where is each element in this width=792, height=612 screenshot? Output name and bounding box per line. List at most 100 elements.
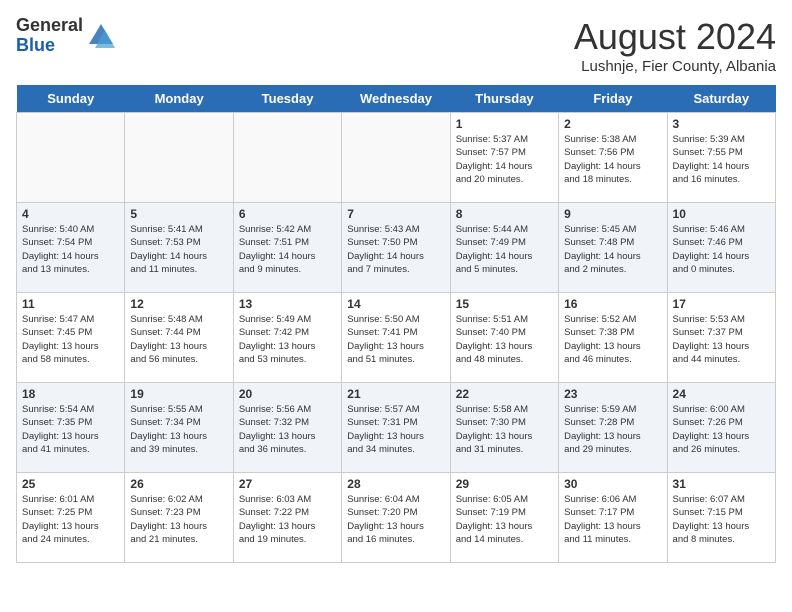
calendar-cell: 27 Sunrise: 6:03 AM Sunset: 7:22 PM Dayli… bbox=[233, 473, 341, 563]
day-info: Sunrise: 6:00 AM Sunset: 7:26 PM Dayligh… bbox=[673, 403, 770, 456]
day-info: Sunrise: 6:03 AM Sunset: 7:22 PM Dayligh… bbox=[239, 493, 336, 546]
calendar-cell: 29 Sunrise: 6:05 AM Sunset: 7:19 PM Dayli… bbox=[450, 473, 558, 563]
month-title: August 2024 bbox=[574, 16, 776, 58]
calendar-cell: 28 Sunrise: 6:04 AM Sunset: 7:20 PM Dayli… bbox=[342, 473, 450, 563]
day-number: 2 bbox=[564, 117, 661, 131]
day-number: 16 bbox=[564, 297, 661, 311]
calendar-cell: 15 Sunrise: 5:51 AM Sunset: 7:40 PM Dayli… bbox=[450, 293, 558, 383]
calendar-cell: 30Sunrise: 6:06 AM Sunset: 7:17 PM Dayli… bbox=[559, 473, 667, 563]
day-info: Sunrise: 5:47 AM Sunset: 7:45 PM Dayligh… bbox=[22, 313, 119, 366]
header: General Blue August 2024 Lushnje, Fier C… bbox=[16, 16, 776, 75]
day-info: Sunrise: 5:43 AM Sunset: 7:50 PM Dayligh… bbox=[347, 223, 444, 276]
calendar-cell: 7 Sunrise: 5:43 AM Sunset: 7:50 PM Daylig… bbox=[342, 203, 450, 293]
day-info: Sunrise: 5:38 AM Sunset: 7:56 PM Dayligh… bbox=[564, 133, 661, 186]
day-info: Sunrise: 5:56 AM Sunset: 7:32 PM Dayligh… bbox=[239, 403, 336, 456]
calendar-cell bbox=[125, 113, 233, 203]
day-info: Sunrise: 5:46 AM Sunset: 7:46 PM Dayligh… bbox=[673, 223, 770, 276]
day-number: 25 bbox=[22, 477, 119, 491]
day-info: Sunrise: 5:45 AM Sunset: 7:48 PM Dayligh… bbox=[564, 223, 661, 276]
day-info: Sunrise: 6:01 AM Sunset: 7:25 PM Dayligh… bbox=[22, 493, 119, 546]
day-number: 15 bbox=[456, 297, 553, 311]
calendar-cell: 12 Sunrise: 5:48 AM Sunset: 7:44 PM Dayli… bbox=[125, 293, 233, 383]
day-info: Sunrise: 5:49 AM Sunset: 7:42 PM Dayligh… bbox=[239, 313, 336, 366]
calendar-cell: 25 Sunrise: 6:01 AM Sunset: 7:25 PM Dayli… bbox=[17, 473, 125, 563]
calendar-week-4: 18Sunrise: 5:54 AM Sunset: 7:35 PM Dayli… bbox=[17, 383, 776, 473]
day-number: 18 bbox=[22, 387, 119, 401]
day-info: Sunrise: 5:52 AM Sunset: 7:38 PM Dayligh… bbox=[564, 313, 661, 366]
calendar-cell bbox=[17, 113, 125, 203]
day-number: 30 bbox=[564, 477, 661, 491]
calendar-cell: 5 Sunrise: 5:41 AM Sunset: 7:53 PM Daylig… bbox=[125, 203, 233, 293]
day-number: 8 bbox=[456, 207, 553, 221]
day-info: Sunrise: 5:58 AM Sunset: 7:30 PM Dayligh… bbox=[456, 403, 553, 456]
calendar-cell bbox=[233, 113, 341, 203]
day-number: 3 bbox=[673, 117, 770, 131]
calendar-week-2: 4Sunrise: 5:40 AM Sunset: 7:54 PM Daylig… bbox=[17, 203, 776, 293]
weekday-header-wednesday: Wednesday bbox=[342, 85, 450, 113]
day-number: 29 bbox=[456, 477, 553, 491]
day-number: 31 bbox=[673, 477, 770, 491]
calendar-cell bbox=[342, 113, 450, 203]
calendar-cell: 2 Sunrise: 5:38 AM Sunset: 7:56 PM Daylig… bbox=[559, 113, 667, 203]
day-number: 6 bbox=[239, 207, 336, 221]
logo: General Blue bbox=[16, 16, 115, 56]
day-number: 9 bbox=[564, 207, 661, 221]
calendar-cell: 1Sunrise: 5:37 AM Sunset: 7:57 PM Daylig… bbox=[450, 113, 558, 203]
day-info: Sunrise: 5:59 AM Sunset: 7:28 PM Dayligh… bbox=[564, 403, 661, 456]
weekday-header-sunday: Sunday bbox=[17, 85, 125, 113]
day-info: Sunrise: 5:57 AM Sunset: 7:31 PM Dayligh… bbox=[347, 403, 444, 456]
day-info: Sunrise: 6:04 AM Sunset: 7:20 PM Dayligh… bbox=[347, 493, 444, 546]
calendar-cell: 26 Sunrise: 6:02 AM Sunset: 7:23 PM Dayli… bbox=[125, 473, 233, 563]
day-number: 19 bbox=[130, 387, 227, 401]
day-info: Sunrise: 5:51 AM Sunset: 7:40 PM Dayligh… bbox=[456, 313, 553, 366]
location-title: Lushnje, Fier County, Albania bbox=[574, 58, 776, 75]
day-info: Sunrise: 5:53 AM Sunset: 7:37 PM Dayligh… bbox=[673, 313, 770, 366]
calendar-cell: 18Sunrise: 5:54 AM Sunset: 7:35 PM Dayli… bbox=[17, 383, 125, 473]
weekday-header-saturday: Saturday bbox=[667, 85, 775, 113]
day-info: Sunrise: 5:41 AM Sunset: 7:53 PM Dayligh… bbox=[130, 223, 227, 276]
calendar-week-1: 1Sunrise: 5:37 AM Sunset: 7:57 PM Daylig… bbox=[17, 113, 776, 203]
calendar-cell: 16 Sunrise: 5:52 AM Sunset: 7:38 PM Dayli… bbox=[559, 293, 667, 383]
day-info: Sunrise: 5:44 AM Sunset: 7:49 PM Dayligh… bbox=[456, 223, 553, 276]
calendar-cell: 31 Sunrise: 6:07 AM Sunset: 7:15 PM Dayli… bbox=[667, 473, 775, 563]
day-number: 12 bbox=[130, 297, 227, 311]
day-number: 14 bbox=[347, 297, 444, 311]
weekday-header-monday: Monday bbox=[125, 85, 233, 113]
title-area: August 2024 Lushnje, Fier County, Albani… bbox=[574, 16, 776, 75]
day-info: Sunrise: 6:07 AM Sunset: 7:15 PM Dayligh… bbox=[673, 493, 770, 546]
logo-blue-text: Blue bbox=[16, 36, 83, 56]
weekday-header-tuesday: Tuesday bbox=[233, 85, 341, 113]
day-number: 26 bbox=[130, 477, 227, 491]
day-number: 21 bbox=[347, 387, 444, 401]
calendar-cell: 3 Sunrise: 5:39 AM Sunset: 7:55 PM Daylig… bbox=[667, 113, 775, 203]
day-number: 5 bbox=[130, 207, 227, 221]
day-number: 28 bbox=[347, 477, 444, 491]
calendar-cell: 23Sunrise: 5:59 AM Sunset: 7:28 PM Dayli… bbox=[559, 383, 667, 473]
calendar-cell: 17Sunrise: 5:53 AM Sunset: 7:37 PM Dayli… bbox=[667, 293, 775, 383]
calendar-week-3: 11 Sunrise: 5:47 AM Sunset: 7:45 PM Dayli… bbox=[17, 293, 776, 383]
calendar-cell: 4Sunrise: 5:40 AM Sunset: 7:54 PM Daylig… bbox=[17, 203, 125, 293]
weekday-header-thursday: Thursday bbox=[450, 85, 558, 113]
day-info: Sunrise: 5:48 AM Sunset: 7:44 PM Dayligh… bbox=[130, 313, 227, 366]
day-number: 20 bbox=[239, 387, 336, 401]
logo-general-text: General bbox=[16, 16, 83, 36]
day-number: 13 bbox=[239, 297, 336, 311]
day-number: 7 bbox=[347, 207, 444, 221]
calendar-cell: 20 Sunrise: 5:56 AM Sunset: 7:32 PM Dayli… bbox=[233, 383, 341, 473]
day-number: 27 bbox=[239, 477, 336, 491]
weekday-header-friday: Friday bbox=[559, 85, 667, 113]
day-info: Sunrise: 5:40 AM Sunset: 7:54 PM Dayligh… bbox=[22, 223, 119, 276]
day-info: Sunrise: 5:39 AM Sunset: 7:55 PM Dayligh… bbox=[673, 133, 770, 186]
calendar-cell: 9 Sunrise: 5:45 AM Sunset: 7:48 PM Daylig… bbox=[559, 203, 667, 293]
day-info: Sunrise: 6:02 AM Sunset: 7:23 PM Dayligh… bbox=[130, 493, 227, 546]
calendar-cell: 8 Sunrise: 5:44 AM Sunset: 7:49 PM Daylig… bbox=[450, 203, 558, 293]
calendar-cell: 24 Sunrise: 6:00 AM Sunset: 7:26 PM Dayli… bbox=[667, 383, 775, 473]
day-number: 24 bbox=[673, 387, 770, 401]
calendar-cell: 11 Sunrise: 5:47 AM Sunset: 7:45 PM Dayli… bbox=[17, 293, 125, 383]
day-number: 11 bbox=[22, 297, 119, 311]
calendar-table: SundayMondayTuesdayWednesdayThursdayFrid… bbox=[16, 85, 776, 563]
day-info: Sunrise: 6:05 AM Sunset: 7:19 PM Dayligh… bbox=[456, 493, 553, 546]
day-number: 1 bbox=[456, 117, 553, 131]
calendar-cell: 22Sunrise: 5:58 AM Sunset: 7:30 PM Dayli… bbox=[450, 383, 558, 473]
calendar-cell: 21 Sunrise: 5:57 AM Sunset: 7:31 PM Dayli… bbox=[342, 383, 450, 473]
